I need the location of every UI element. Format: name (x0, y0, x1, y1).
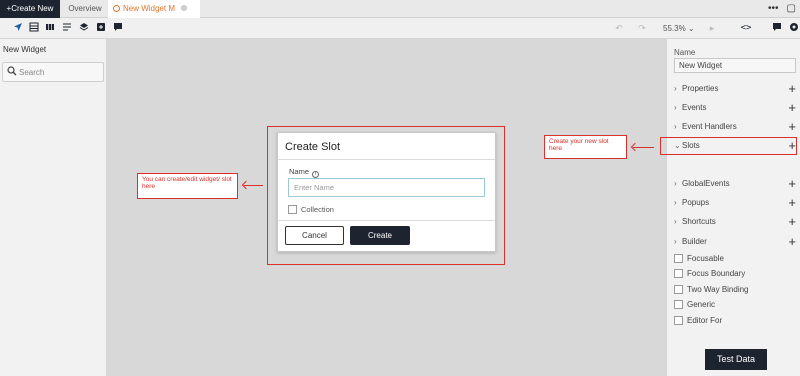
checkbox-label: Focusable (687, 254, 724, 263)
tab-new-widget-label: New Widget M (123, 4, 176, 13)
checkbox-editor-for[interactable]: Editor For (674, 315, 796, 327)
right-annotation-note: Create your new slot here (544, 135, 627, 159)
form-icon[interactable] (28, 22, 40, 34)
redo-icon[interactable]: ↷ (636, 22, 648, 34)
add-icon[interactable]: + (788, 196, 796, 210)
right-annotation-arrow (633, 147, 654, 148)
section-events[interactable]: › Events + (674, 101, 796, 115)
chevron-right-icon: › (674, 103, 677, 112)
chevron-right-icon: › (674, 84, 677, 93)
checkbox-label: Editor For (687, 316, 723, 325)
slot-name-input[interactable] (288, 178, 485, 197)
checkbox-label: Focus Boundary (687, 269, 746, 278)
tab-bar: +Create New Overview New Widget M✕ ••• ▢ (0, 0, 800, 32)
checkbox-focus-boundary[interactable]: Focus Boundary (674, 268, 796, 280)
section-event-handlers[interactable]: › Event Handlers + (674, 120, 796, 134)
layers-icon[interactable] (78, 22, 90, 34)
section-popups[interactable]: › Popups + (674, 196, 796, 210)
settings-icon[interactable] (788, 22, 800, 34)
comment-icon[interactable] (112, 22, 124, 34)
left-panel: New Widget Search (0, 39, 107, 376)
name-label: Name (674, 48, 696, 57)
section-label: Popups (682, 198, 710, 207)
cancel-button[interactable]: Cancel (285, 226, 344, 245)
collection-checkbox[interactable]: Collection (288, 204, 334, 215)
dialog-title: Create Slot (285, 141, 341, 153)
checkbox-two-way-binding[interactable]: Two Way Binding (674, 284, 796, 296)
left-annotation-arrow (244, 185, 263, 186)
zoom-select[interactable]: 55.3% ⌄ (663, 18, 695, 39)
section-shortcuts[interactable]: › Shortcuts + (674, 215, 796, 229)
slot-name-label-text: Name (289, 167, 310, 176)
slots-highlight (660, 137, 797, 155)
add-icon[interactable]: + (788, 82, 796, 96)
slot-name-label: Name i (289, 167, 320, 178)
section-label: Properties (682, 84, 719, 93)
checkbox-box[interactable] (674, 269, 683, 278)
create-new-button[interactable]: +Create New (0, 0, 60, 18)
search-icon (7, 66, 17, 79)
chevron-right-icon: › (674, 179, 677, 188)
unsaved-dot-icon (181, 5, 188, 11)
divider (278, 159, 495, 160)
undo-icon[interactable]: ↶ (613, 22, 625, 34)
create-slot-dialog: Create Slot Namei Collection Cancel Crea… (277, 132, 496, 252)
comments-panel-icon[interactable] (771, 22, 783, 34)
checkbox-box[interactable] (674, 300, 683, 309)
add-icon[interactable]: + (788, 101, 796, 115)
tab-new-widget[interactable]: New Widget M✕ (108, 0, 200, 32)
divider (278, 220, 495, 221)
checkbox-focusable[interactable]: Focusable (674, 253, 796, 265)
checkbox-box[interactable] (674, 285, 683, 294)
section-properties[interactable]: › Properties + (674, 82, 796, 96)
tab-overview[interactable]: Overview (62, 0, 108, 18)
toolbar: ↶ ↷ 55.3% ⌄ ▸ <> (0, 18, 800, 39)
section-label: Shortcuts (682, 217, 716, 226)
section-label: Builder (682, 237, 707, 246)
right-panel: Name New Widget › Properties + › Events + › E… (666, 39, 800, 376)
section-builder[interactable]: › Builder + (674, 235, 796, 249)
name-field[interactable]: New Widget (674, 58, 796, 73)
section-label: Events (682, 103, 707, 112)
left-annotation-note: You can create/edit widget/ slot here (137, 173, 238, 199)
window-controls: ••• ▢ (760, 0, 796, 18)
chevron-right-icon: › (674, 122, 677, 131)
more-icon[interactable]: ••• (768, 3, 779, 14)
search-placeholder: Search (19, 68, 45, 77)
add-icon[interactable]: + (788, 215, 796, 229)
chevron-right-icon: › (674, 198, 677, 207)
add-icon[interactable]: + (788, 235, 796, 249)
code-icon[interactable]: <> (740, 22, 752, 34)
checkbox-box[interactable] (288, 205, 297, 214)
chevron-right-icon: › (674, 217, 677, 226)
create-button[interactable]: Create (350, 226, 410, 245)
checkbox-box[interactable] (674, 254, 683, 263)
checkbox-label: Generic (687, 300, 716, 309)
add-icon[interactable]: + (788, 177, 796, 191)
play-icon[interactable]: ▸ (706, 22, 718, 34)
add-component-icon[interactable] (95, 22, 107, 34)
chevron-right-icon: › (674, 237, 677, 246)
checkbox-box[interactable] (674, 316, 683, 325)
add-icon[interactable]: + (788, 120, 796, 134)
section-label: Event Handlers (682, 122, 737, 131)
section-label: GlobalEvents (682, 179, 730, 188)
checkbox-generic[interactable]: Generic (674, 299, 796, 311)
info-icon[interactable]: i (312, 171, 320, 178)
rows-icon[interactable] (61, 22, 73, 34)
checkbox-label: Two Way Binding (687, 285, 749, 294)
widget-title: New Widget (3, 45, 47, 54)
pointer-icon[interactable] (12, 22, 24, 34)
search-input[interactable]: Search (2, 62, 104, 82)
collection-label: Collection (301, 205, 334, 214)
chat-icon[interactable]: ▢ (787, 3, 796, 14)
columns-icon[interactable] (44, 22, 56, 34)
test-data-button[interactable]: Test Data (705, 349, 767, 370)
widget-icon (113, 5, 120, 12)
section-global-events[interactable]: › GlobalEvents + (674, 177, 796, 191)
